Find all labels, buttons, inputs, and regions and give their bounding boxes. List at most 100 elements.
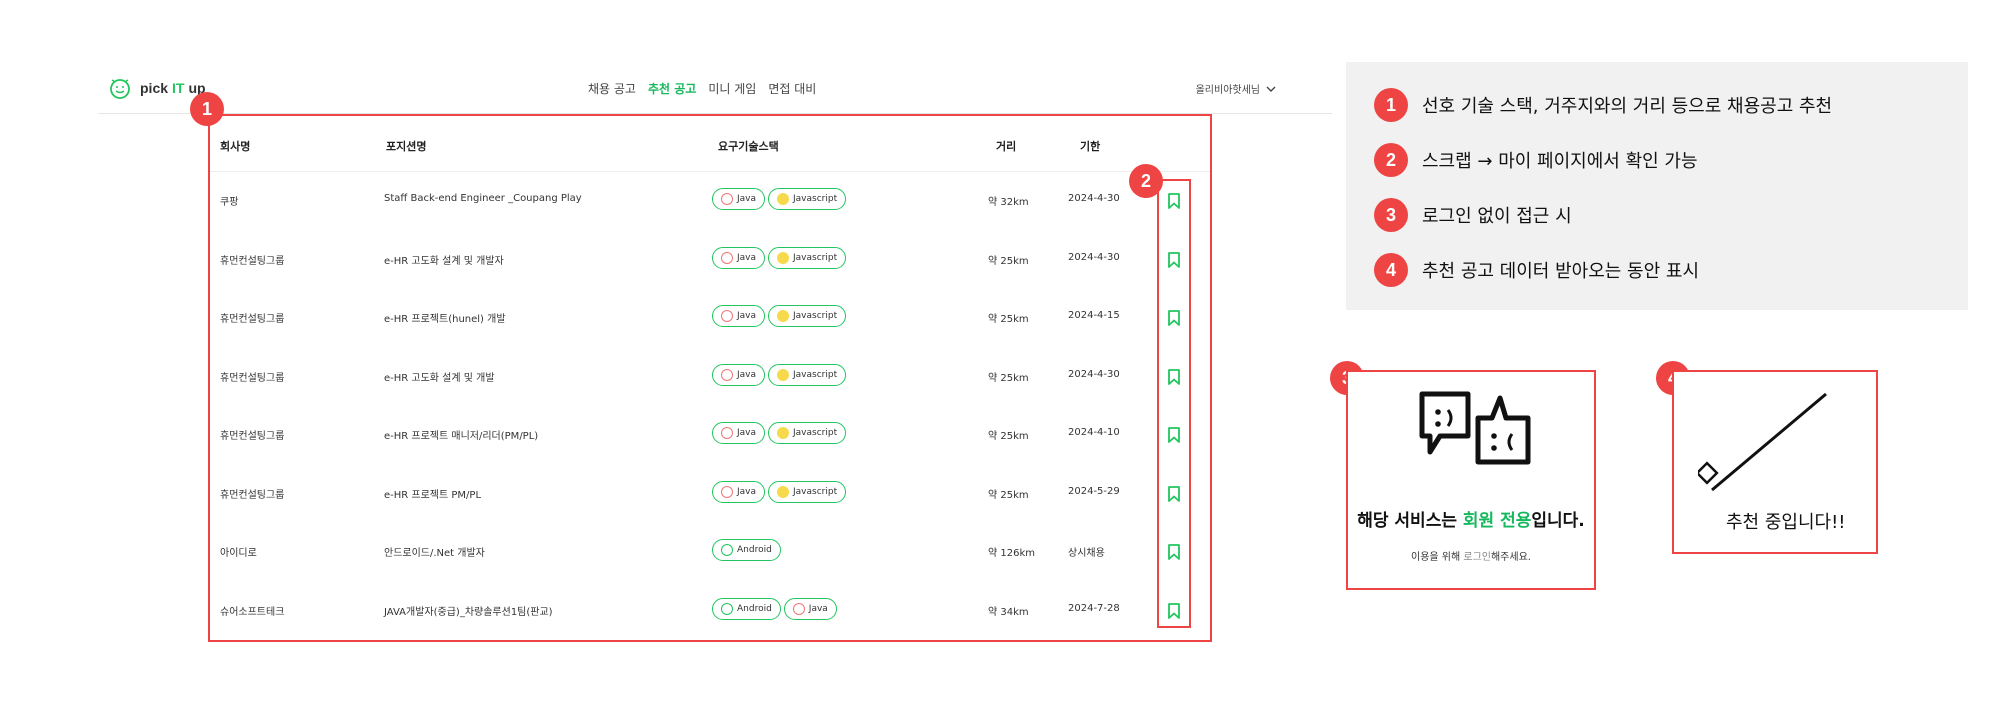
nav-jobs[interactable]: 채용 공고 <box>588 80 636 97</box>
bookmark-icon[interactable] <box>1167 427 1181 443</box>
distance: 약 25km <box>988 314 1029 325</box>
nav-recommended[interactable]: 추천 공고 <box>648 80 696 97</box>
nav-mini-game[interactable]: 미니 게임 <box>708 80 756 97</box>
bookmark-icon[interactable] <box>1167 602 1181 619</box>
login-prompt-pre: 이용을 위해 <box>1411 552 1464 563</box>
javascript-icon <box>777 427 790 439</box>
position-title: Staff Back-end Engineer _Coupang Play <box>384 193 582 204</box>
company-name: 휴먼컨설팅그룹 <box>220 255 285 267</box>
company-name: 휴먼컨설팅그룹 <box>220 489 285 501</box>
tech-chip-label: Java <box>737 428 757 438</box>
deadline: 2024-7-28 <box>1068 602 1120 614</box>
distance: 약 34km <box>988 606 1029 618</box>
loading-spinner-icon <box>1698 392 1827 492</box>
tech-chip-label: Javascript <box>793 194 838 204</box>
tech-stack: Android Java <box>712 597 840 620</box>
deadline: 2024-4-30 <box>1068 368 1120 380</box>
login-link[interactable]: 로그인 <box>1463 552 1491 563</box>
members-only-highlight: 회원 전용 <box>1462 511 1532 531</box>
tech-stack: Android <box>712 539 784 561</box>
smiley-clock-icon <box>110 79 130 99</box>
legend-badge-4: 4 <box>1374 253 1408 287</box>
bookmark-icon[interactable] <box>1167 310 1181 326</box>
distance: 약 25km <box>988 372 1029 384</box>
legend-item-2: 2 스크랩 → 마이 페이지에서 확인 가능 <box>1374 143 1698 177</box>
javascript-icon <box>777 368 790 381</box>
javascript-icon <box>777 193 790 205</box>
position-title: e-HR 프로젝트 매니저/리더(PM/PL) <box>384 431 539 442</box>
col-deadline: 기한 <box>1080 140 1101 153</box>
deadline: 2024-4-30 <box>1068 193 1120 204</box>
tech-chip: Java <box>712 480 766 503</box>
members-only-panel: 해당 서비스는 회원 전용입니다. 이용을 위해 로그인해주세요. <box>1346 370 1596 590</box>
bookmark-icon[interactable] <box>1167 544 1181 560</box>
tech-chip-label: Java <box>808 603 828 614</box>
table-row[interactable]: 휴먼컨설팅그룹 e-HR 프로젝트(hunel) 개발 Java Javascript… <box>210 289 1210 347</box>
bookmark-column-highlight <box>1157 179 1191 628</box>
tech-chip-label: Javascript <box>793 252 838 263</box>
tech-chip: Java <box>712 246 766 269</box>
position-title: JAVA개발자(중급)_차량솔루션1팀(판교) <box>384 606 553 618</box>
bookmark-icon[interactable] <box>1167 251 1181 268</box>
tech-chip-label: Javascript <box>793 428 838 438</box>
table-row[interactable]: 휴먼컨설팅그룹 e-HR 고도화 설계 및 개발자 Java Javascript 약 … <box>210 231 1210 289</box>
table-row[interactable]: 휴먼컨설팅그룹 e-HR 프로젝트 PM/PL Java Javascript 약 25… <box>210 465 1210 523</box>
company-name: 쿠팡 <box>220 197 239 208</box>
tech-chip: Java <box>783 597 837 620</box>
java-icon <box>721 251 733 264</box>
company-name: 휴먼컨설팅그룹 <box>220 372 285 384</box>
tech-chip: Javascript <box>768 188 847 210</box>
deadline: 2024-4-15 <box>1068 310 1120 321</box>
position-title: e-HR 고도화 설계 및 개발 <box>384 372 495 384</box>
legend-panel: 1 선호 기술 스택, 거주지와의 거리 등으로 채용공고 추천 2 스크랩 →… <box>1346 62 1968 310</box>
java-icon <box>721 310 733 322</box>
tech-chip: Javascript <box>768 363 847 386</box>
java-icon <box>721 193 733 205</box>
table-row[interactable]: 쿠팡 Staff Back-end Engineer _Coupang Play J… <box>210 172 1210 230</box>
tech-chip-label: Javascript <box>793 369 838 380</box>
legend-text-3: 로그인 없이 접근 시 <box>1422 206 1572 227</box>
bookmark-icon[interactable] <box>1167 368 1181 385</box>
tech-chip-label: Java <box>737 252 757 263</box>
logo[interactable]: pick IT up <box>108 76 206 100</box>
bookmark-icon[interactable] <box>1167 193 1181 209</box>
java-icon <box>721 427 733 439</box>
top-navbar: pick IT up 채용 공고 추천 공고 미니 게임 면접 대비 올리비아핫세님 <box>98 68 1332 114</box>
annotation-badge-2: 2 <box>1129 164 1163 198</box>
table-row[interactable]: 아이디로 안드로이드/.Net 개발자 Android 약 126km 상시채용 <box>210 523 1210 581</box>
table-row[interactable]: 슈어소프트테크 JAVA개발자(중급)_차량솔루션1팀(판교) Android Jav… <box>210 582 1210 640</box>
deadline: 2024-4-30 <box>1068 251 1120 263</box>
java-icon <box>792 602 805 615</box>
logo-text: pick IT up <box>140 80 206 96</box>
deadline: 상시채용 <box>1068 548 1105 559</box>
tech-chip-label: Java <box>737 194 757 204</box>
col-position: 포지션명 <box>386 140 427 153</box>
user-menu[interactable]: 올리비아핫세님 <box>1196 81 1276 96</box>
col-distance: 거리 <box>996 140 1017 153</box>
tech-chip: Java <box>712 188 766 210</box>
distance: 약 126km <box>988 548 1035 559</box>
chat-bubbles-icon <box>1419 391 1531 465</box>
legend-badge-2: 2 <box>1374 143 1408 177</box>
tech-chip: Android <box>712 539 781 561</box>
logo-text-it: IT <box>172 80 185 96</box>
legend-item-4: 4 추천 공고 데이터 받아오는 동안 표시 <box>1374 253 1699 287</box>
main-nav: 채용 공고 추천 공고 미니 게임 면접 대비 <box>588 80 816 97</box>
javascript-icon <box>777 251 790 264</box>
tech-stack: Java Javascript <box>712 480 849 503</box>
javascript-icon <box>777 310 790 322</box>
nav-interview[interactable]: 면접 대비 <box>768 80 816 97</box>
tech-chip-label: Javascript <box>793 311 838 321</box>
chevron-down-icon <box>1266 86 1276 92</box>
bookmark-icon[interactable] <box>1167 485 1181 502</box>
position-title: e-HR 프로젝트(hunel) 개발 <box>384 314 506 325</box>
android-icon <box>721 544 733 556</box>
tech-stack: Java Javascript <box>712 422 849 444</box>
table-row[interactable]: 휴먼컨설팅그룹 e-HR 프로젝트 매니저/리더(PM/PL) Java Javasc… <box>210 406 1210 464</box>
deadline: 2024-5-29 <box>1068 485 1120 497</box>
tech-chip-label: Java <box>737 311 757 321</box>
tech-chip-label: Java <box>737 369 757 380</box>
table-row[interactable]: 휴먼컨설팅그룹 e-HR 고도화 설계 및 개발 Java Javascript 약 2… <box>210 348 1210 406</box>
login-prompt: 이용을 위해 로그인해주세요. <box>1348 548 1594 563</box>
javascript-icon <box>777 485 790 498</box>
